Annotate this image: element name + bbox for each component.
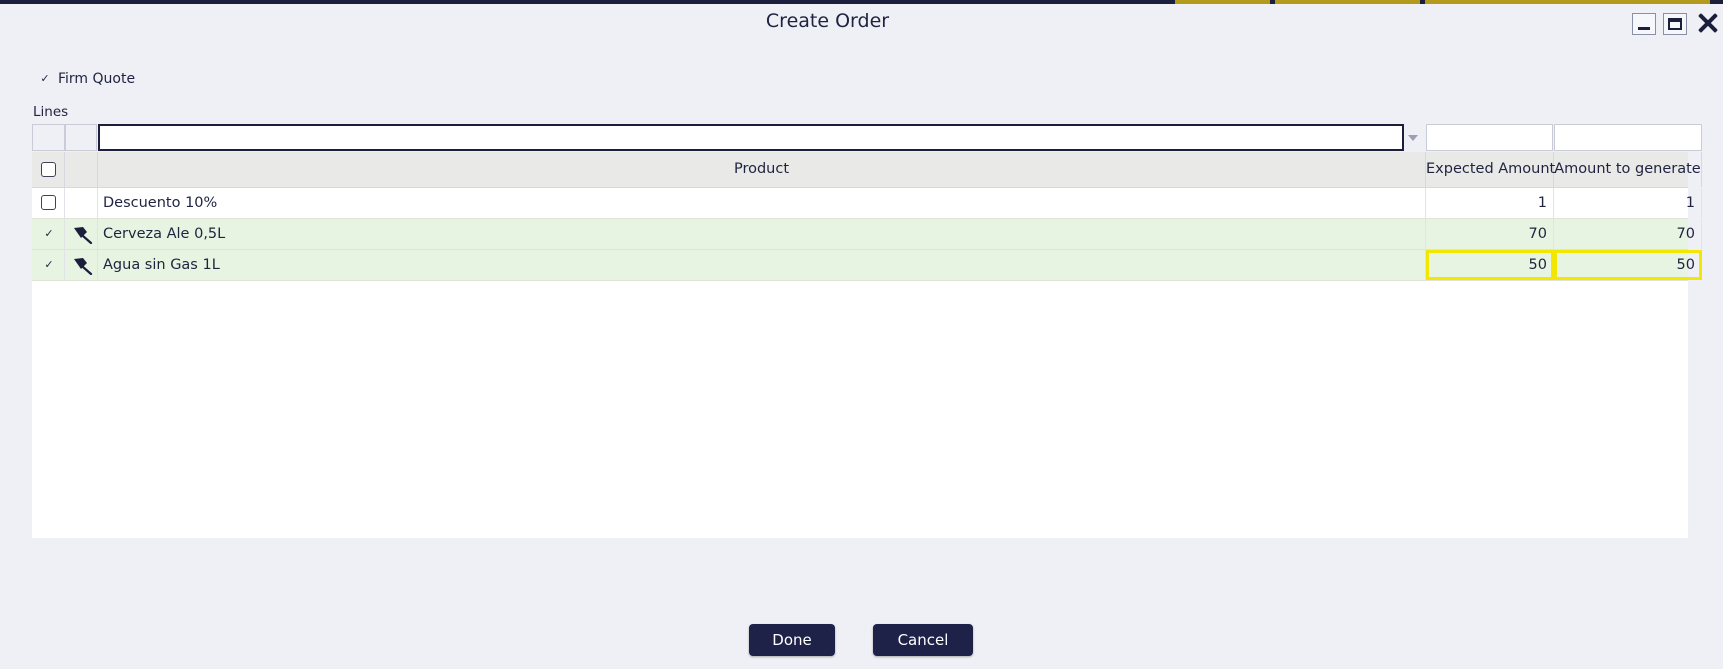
table-row[interactable]: ✓ Agua sin Gas 1L 50 50 xyxy=(32,250,1702,281)
amount-to-generate-cell[interactable]: 70 xyxy=(1554,219,1702,249)
lines-grid: Product Expected Amount Amount to genera… xyxy=(32,124,1702,538)
done-button[interactable]: Done xyxy=(749,624,835,656)
maximize-icon[interactable] xyxy=(1663,13,1687,35)
expected-amount-cell[interactable]: 70 xyxy=(1426,219,1554,249)
filter-cell-pin xyxy=(65,124,97,151)
row-select-cell xyxy=(32,188,65,218)
minimize-icon[interactable] xyxy=(1632,13,1656,35)
filter-row xyxy=(32,124,1702,152)
header-pin-cell xyxy=(65,152,98,187)
create-order-dialog: Create Order ✓ Firm Quote Lines Product … xyxy=(0,4,1723,669)
select-all-checkbox[interactable] xyxy=(41,162,56,177)
pin-icon[interactable] xyxy=(71,224,93,244)
row-pin-cell xyxy=(65,188,98,218)
firm-quote-label: Firm Quote xyxy=(58,71,136,87)
amount-to-generate-cell[interactable]: 1 xyxy=(1554,188,1702,218)
checkmark-icon: ✓ xyxy=(40,72,50,85)
pin-icon[interactable] xyxy=(71,255,93,275)
row-select-cell: ✓ xyxy=(32,219,65,249)
row-checkbox[interactable]: ✓ xyxy=(42,227,56,241)
row-select-cell: ✓ xyxy=(32,250,65,280)
table-row[interactable]: Descuento 10% 1 1 xyxy=(32,188,1702,219)
table-row[interactable]: ✓ Cerveza Ale 0,5L 70 70 xyxy=(32,219,1702,250)
close-icon[interactable] xyxy=(1695,10,1721,36)
firm-quote-checkbox[interactable]: ✓ Firm Quote xyxy=(38,68,135,90)
filter-cell-select xyxy=(32,124,65,151)
product-cell[interactable]: Cerveza Ale 0,5L xyxy=(98,219,1426,249)
amount-to-generate-filter[interactable] xyxy=(1554,124,1702,151)
expected-amount-filter[interactable] xyxy=(1426,124,1553,151)
column-header-amount-to-generate[interactable]: Amount to generate xyxy=(1554,152,1702,187)
amount-to-generate-cell[interactable]: 50 xyxy=(1554,250,1702,280)
cancel-button[interactable]: Cancel xyxy=(873,624,973,656)
lines-label: Lines xyxy=(33,104,69,120)
expected-amount-cell[interactable]: 1 xyxy=(1426,188,1554,218)
product-cell[interactable]: Descuento 10% xyxy=(98,188,1426,218)
product-filter-input[interactable] xyxy=(98,124,1404,151)
column-header-expected-amount[interactable]: Expected Amount xyxy=(1426,152,1555,187)
product-cell[interactable]: Agua sin Gas 1L xyxy=(98,250,1426,280)
dialog-title: Create Order xyxy=(765,10,890,32)
grid-header: Product Expected Amount Amount to genera… xyxy=(32,152,1702,188)
row-checkbox[interactable] xyxy=(41,195,56,210)
expected-amount-cell[interactable]: 50 xyxy=(1426,250,1554,280)
row-checkbox[interactable]: ✓ xyxy=(42,258,56,272)
column-header-product[interactable]: Product xyxy=(98,152,1426,187)
chevron-down-icon[interactable] xyxy=(1406,130,1420,144)
header-select-cell xyxy=(32,152,65,187)
